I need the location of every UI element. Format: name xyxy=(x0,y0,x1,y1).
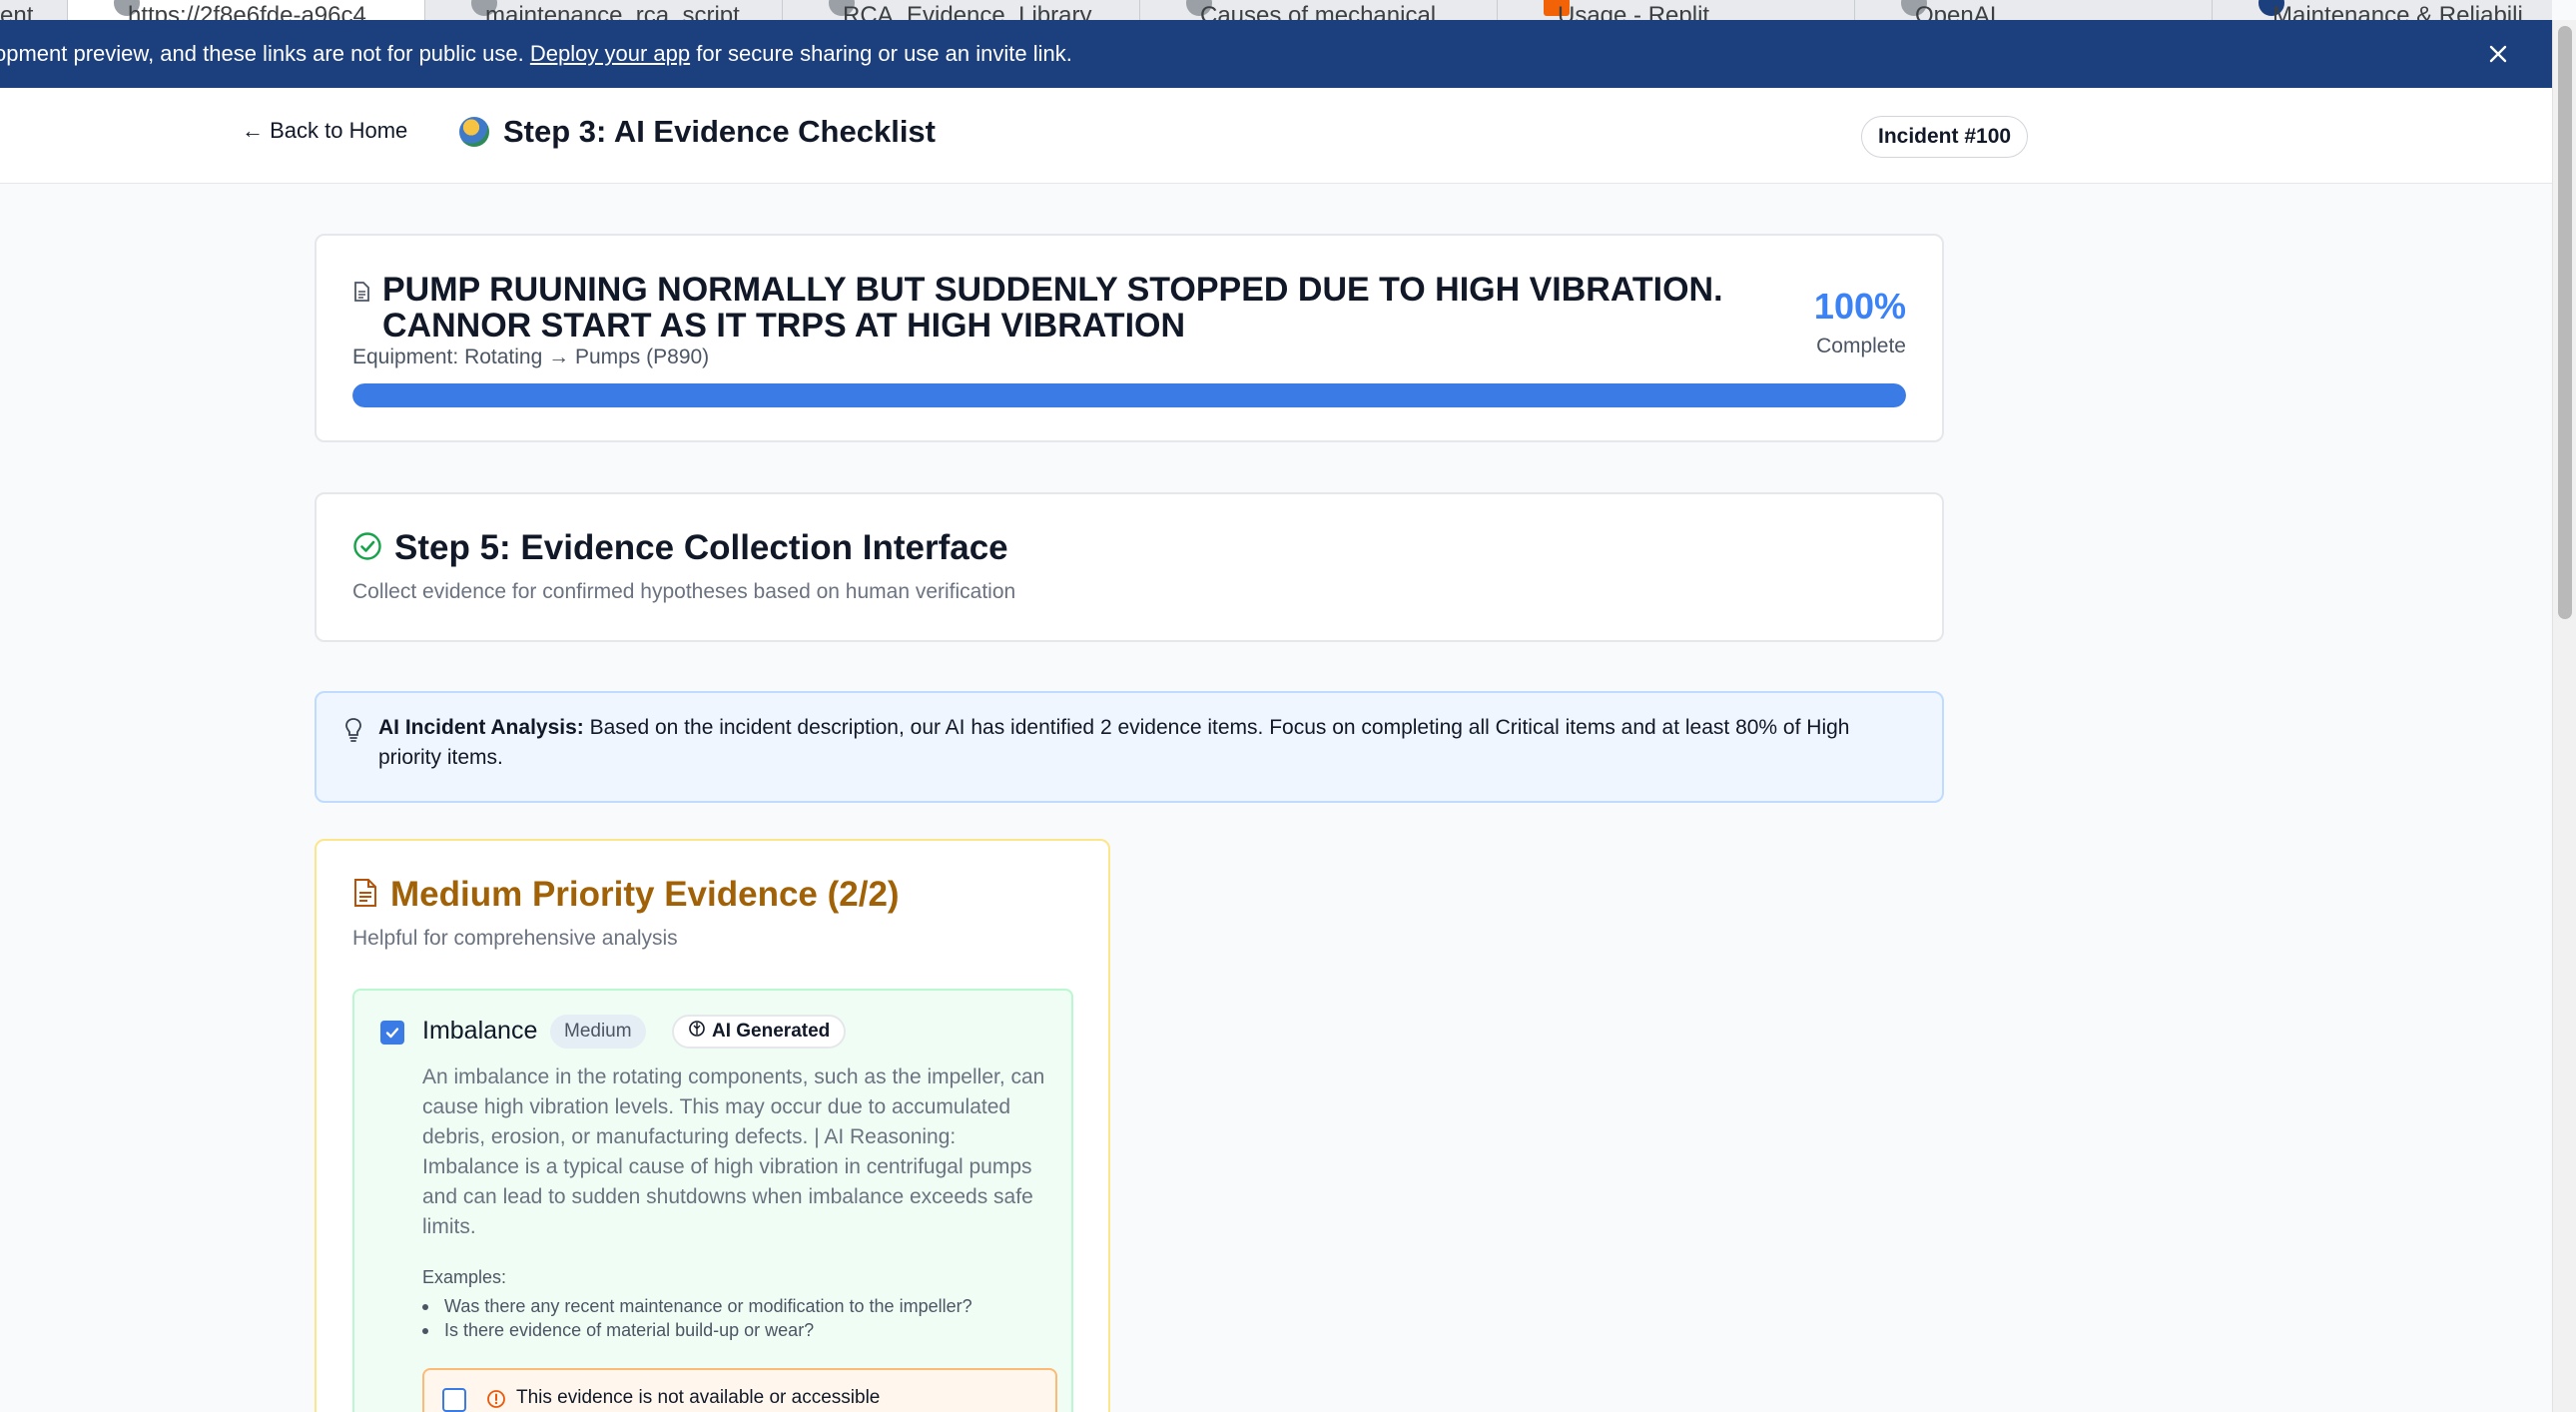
medium-priority-subtitle: Helpful for comprehensive analysis xyxy=(352,927,678,950)
medium-priority-heading: Medium Priority Evidence (2/2) xyxy=(352,875,900,915)
incident-summary-card: PUMP RUUNING NORMALLY BUT SUDDENLY STOPP… xyxy=(315,234,1944,442)
browser-tab[interactable]: Usage - Replit xyxy=(1498,0,1855,20)
step5-title: Step 5: Evidence Collection Interface xyxy=(394,528,1008,567)
browser-tab[interactable]: OpenAI xyxy=(1855,0,2213,20)
ai-analysis-text: AI Incident Analysis: Based on the incid… xyxy=(378,713,1902,773)
browser-tab[interactable]: maintenance_rca_script… xyxy=(425,0,783,20)
document-icon xyxy=(352,878,378,913)
ai-analysis-row: AI Incident Analysis: Based on the incid… xyxy=(344,713,1902,773)
browser-tab-title: OpenAI xyxy=(1915,2,1997,20)
progress-percent: 100% xyxy=(1813,286,1906,327)
example-item: Was there any recent maintenance or modi… xyxy=(422,1294,1063,1318)
step5-subtitle: Collect evidence for confirmed hypothese… xyxy=(352,580,1016,603)
evidence-unavailable-option: This evidence is not available or access… xyxy=(422,1368,1057,1412)
ai-analysis-callout: AI Incident Analysis: Based on the incid… xyxy=(315,691,1944,803)
banner-text-before: opment preview, and these links are not … xyxy=(0,41,524,66)
progress-bar xyxy=(352,383,1906,407)
incident-heading: PUMP RUUNING NORMALLY BUT SUDDENLY STOPP… xyxy=(352,272,1730,344)
page-title-group: Step 3: AI Evidence Checklist xyxy=(459,114,936,150)
evidence-checkbox[interactable] xyxy=(380,1021,404,1045)
browser-tab-strip: ent https://2f8e6fde-a96c4… maintenance_… xyxy=(0,0,2552,20)
page-scrollbar[interactable] xyxy=(2552,20,2576,1412)
evidence-description: An imbalance in the rotating components,… xyxy=(422,1065,1045,1238)
priority-badge: Medium xyxy=(550,1015,646,1049)
evidence-item: Imbalance Medium AI Generated An imbalan… xyxy=(352,989,1073,1412)
step5-card: Step 5: Evidence Collection Interface Co… xyxy=(315,492,1944,642)
progress-bar-fill xyxy=(352,383,1906,407)
unavailable-checkbox[interactable] xyxy=(442,1388,466,1412)
app-logo-icon xyxy=(459,117,489,147)
evidence-name: Imbalance xyxy=(422,1017,538,1045)
equipment-path: Equipment: Rotating → Pumps (P890) xyxy=(352,346,710,368)
examples-label: Examples: xyxy=(422,1267,507,1287)
browser-tab-title: ent xyxy=(0,2,34,20)
page-title: Step 3: AI Evidence Checklist xyxy=(503,114,937,149)
ai-chip-icon xyxy=(688,1020,706,1044)
deploy-app-link[interactable]: Deploy your app xyxy=(530,41,690,66)
browser-tab[interactable]: RCA_Evidence_Library… xyxy=(783,0,1140,20)
medium-priority-title: Medium Priority Evidence (2/2) xyxy=(390,875,900,914)
scrollbar-thumb[interactable] xyxy=(2558,26,2572,619)
incident-number-badge: Incident #100 xyxy=(1861,116,2029,158)
medium-priority-evidence-card: Medium Priority Evidence (2/2) Helpful f… xyxy=(315,839,1110,1412)
check-circle-icon xyxy=(352,531,382,566)
banner-message: opment preview, and these links are not … xyxy=(0,41,1072,67)
banner-text-after: for secure sharing or use an invite link… xyxy=(696,41,1072,66)
ai-generated-badge: AI Generated xyxy=(672,1015,847,1049)
ai-analysis-body: Based on the incident description, our A… xyxy=(378,716,1850,769)
checkmark-icon xyxy=(385,1028,399,1039)
browser-tab-title: maintenance_rca_script… xyxy=(485,2,764,20)
example-item: Is there evidence of material build-up o… xyxy=(422,1318,1063,1342)
browser-tab[interactable]: Maintenance & Reliabili… xyxy=(2213,0,2552,20)
ai-generated-label: AI Generated xyxy=(712,1021,831,1042)
browser-tab[interactable]: ent xyxy=(0,0,68,20)
browser-tab-title: Maintenance & Reliabili… xyxy=(2272,2,2547,20)
examples-list: Was there any recent maintenance or modi… xyxy=(422,1294,1063,1342)
browser-tab-title: RCA_Evidence_Library… xyxy=(843,2,1116,20)
browser-tab-title: Usage - Replit xyxy=(1558,2,1710,20)
browser-tab[interactable]: Causes of mechanical… xyxy=(1140,0,1498,20)
dev-preview-banner: opment preview, and these links are not … xyxy=(0,20,2552,88)
ai-analysis-label: AI Incident Analysis: xyxy=(378,716,584,739)
app-header: ← Back to Home Step 3: AI Evidence Check… xyxy=(0,88,2552,184)
progress-label: Complete xyxy=(1816,335,1906,357)
back-to-home-link[interactable]: ← Back to Home xyxy=(242,118,407,144)
document-icon xyxy=(352,282,370,307)
incident-title: PUMP RUUNING NORMALLY BUT SUDDENLY STOPP… xyxy=(382,271,1723,345)
lightbulb-icon xyxy=(344,717,362,773)
close-icon[interactable] xyxy=(2484,40,2512,68)
browser-tab-title: Causes of mechanical… xyxy=(1200,2,1461,20)
browser-tab-title: https://2f8e6fde-a96c4… xyxy=(128,2,390,20)
alert-circle-icon xyxy=(486,1389,506,1412)
unavailable-label: This evidence is not available or access… xyxy=(516,1387,881,1408)
step5-heading: Step 5: Evidence Collection Interface xyxy=(352,528,1008,568)
browser-tab-active[interactable]: https://2f8e6fde-a96c4… xyxy=(68,0,425,20)
